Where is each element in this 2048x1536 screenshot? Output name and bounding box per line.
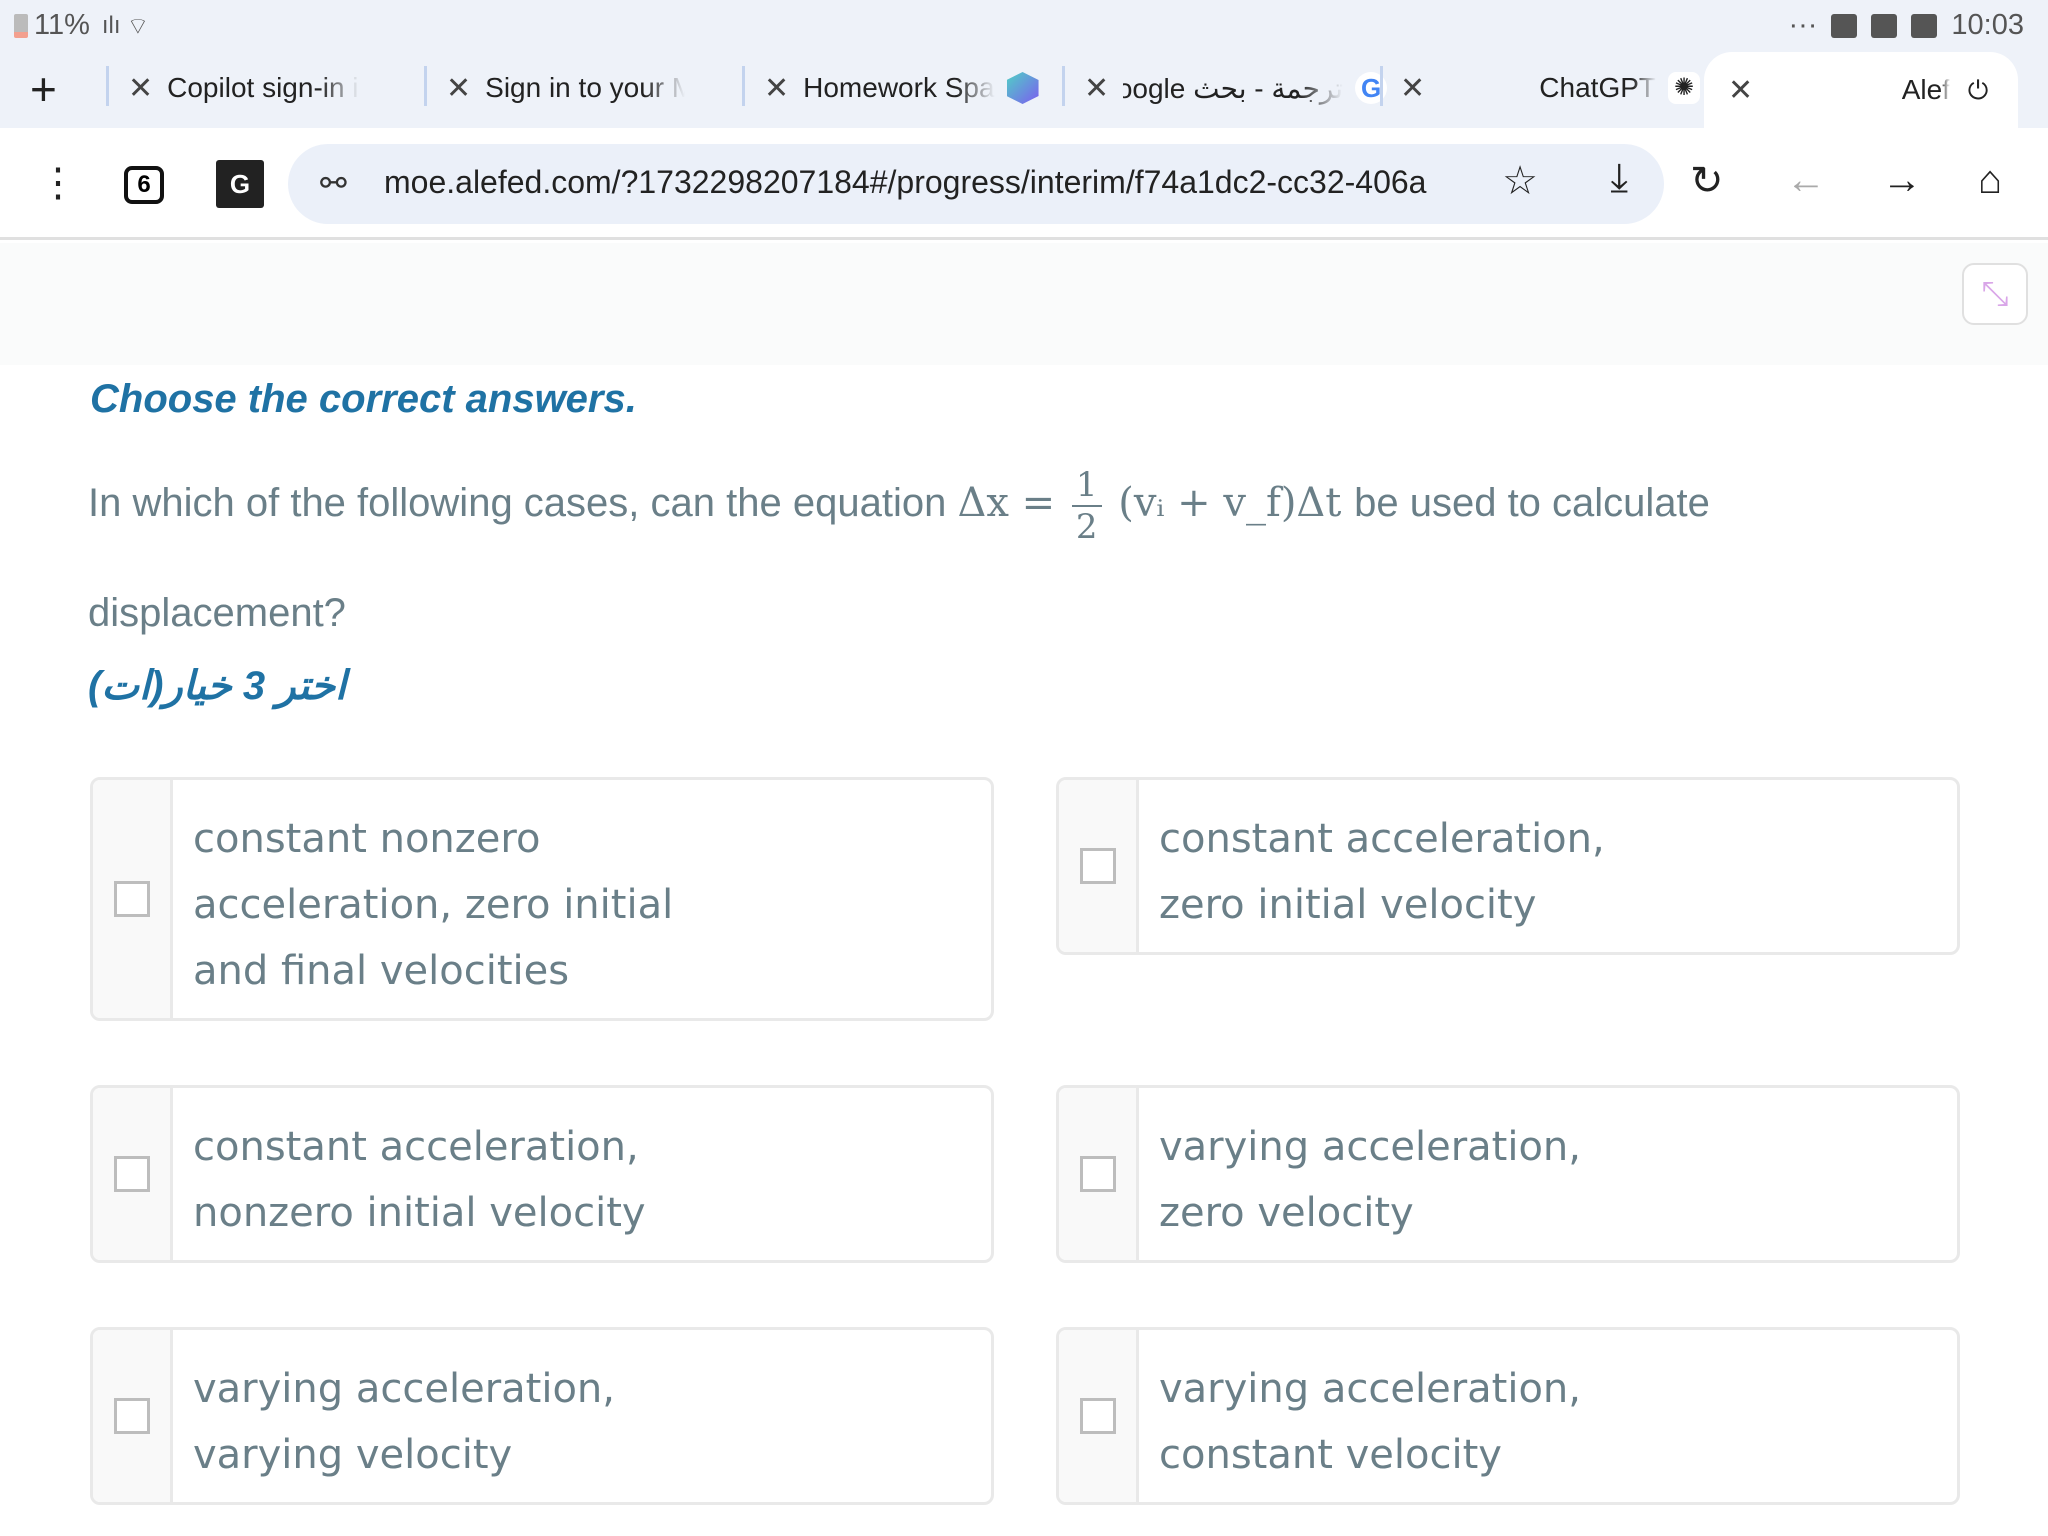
signal-icon: ılı	[101, 11, 121, 39]
equation-fraction: 1 2	[1071, 465, 1102, 547]
back-icon[interactable]: ←	[1786, 158, 1826, 203]
fraction-numerator: 1	[1071, 465, 1102, 507]
option-text: varying acceleration, varying velocity	[193, 1366, 615, 1478]
clock: 10:03	[1951, 9, 2024, 41]
close-tab-icon[interactable]: ✕	[1400, 71, 1425, 106]
bookmark-star-icon[interactable]: ☆	[1502, 158, 1538, 204]
tab-separator	[742, 66, 745, 106]
top-band: ⤡	[0, 243, 2048, 365]
forward-icon[interactable]: →	[1882, 158, 1922, 203]
option-checkbox[interactable]	[1079, 848, 1116, 884]
equation-rhs: (vᵢ + v_f)Δt	[1118, 480, 1342, 526]
translate-icon[interactable]: G	[216, 160, 264, 208]
option-card[interactable]: constant acceleration, nonzero initial v…	[90, 1085, 994, 1263]
close-tab-icon[interactable]: ✕	[128, 71, 153, 106]
alef-icon: ⏻	[1967, 75, 1989, 105]
option-checkbox[interactable]	[113, 1398, 150, 1434]
close-tab-icon[interactable]: ✕	[1728, 73, 1753, 108]
option-card[interactable]: constant acceleration, zero initial velo…	[1056, 777, 1960, 955]
tab-separator	[424, 66, 427, 106]
menu-kebab-icon[interactable]: ⋮	[38, 160, 78, 206]
tab-homework[interactable]: ✕ Homework Spa	[764, 56, 1039, 120]
select-count-instruction: اختر 3 خيار(ات)	[88, 664, 347, 708]
site-settings-icon[interactable]: ⚯	[320, 164, 347, 202]
close-tab-icon[interactable]: ✕	[764, 71, 789, 106]
homework-app-icon	[1006, 72, 1039, 104]
tab-label: Homework Spa	[803, 72, 995, 103]
question-prefix: In which of the following cases, can the…	[88, 481, 947, 525]
page-content: ⤡ Choose the correct answers. In which o…	[0, 243, 2048, 1536]
option-card[interactable]: varying acceleration, constant velocity	[1056, 1327, 1960, 1505]
fraction-denominator: 2	[1075, 507, 1098, 547]
tab-separator	[1380, 66, 1383, 106]
option-card[interactable]: varying acceleration, zero velocity	[1056, 1085, 1960, 1263]
option-card[interactable]: constant nonzero acceleration, zero init…	[90, 777, 994, 1021]
tab-copilot[interactable]: ✕ Copilot sign-in i	[128, 56, 403, 120]
instruction-heading: Choose the correct answers.	[90, 377, 637, 421]
tab-label: Sign in to your M	[485, 72, 686, 103]
option-checkbox[interactable]	[113, 881, 150, 917]
microsoft-icon	[371, 72, 403, 104]
mail-notification-icon	[1831, 13, 1858, 38]
status-bar: 11% ılı ⌔ ··· 10:03	[0, 0, 2048, 50]
gallery-notification-icon	[1911, 13, 1938, 38]
option-checkbox[interactable]	[1079, 1156, 1116, 1192]
option-text: constant acceleration, zero initial velo…	[1159, 816, 1605, 928]
tab-label: Alef	[1901, 74, 1950, 105]
close-tab-icon[interactable]: ✕	[1084, 71, 1109, 106]
battery-icon	[14, 13, 28, 38]
address-bar[interactable]: ⚯ moe.alefed.com/?1732298207184#/progres…	[288, 144, 1664, 224]
tab-google-translate[interactable]: ✕ ترجمة - بحث Google G	[1084, 56, 1388, 120]
option-checkbox[interactable]	[113, 1156, 150, 1192]
tab-separator	[106, 66, 109, 106]
new-tab-button[interactable]: +	[30, 62, 57, 116]
close-tab-icon[interactable]: ✕	[446, 71, 471, 106]
option-card[interactable]: varying acceleration, varying velocity	[90, 1327, 994, 1505]
option-text: constant acceleration, nonzero initial v…	[193, 1124, 646, 1236]
tab-label: Copilot sign-in i	[167, 72, 359, 103]
option-text: varying acceleration, zero velocity	[1159, 1124, 1581, 1236]
option-checkbox[interactable]	[1079, 1398, 1116, 1434]
microsoft-icon	[697, 72, 729, 104]
tab-microsoft-signin[interactable]: ✕ Sign in to your M	[446, 56, 729, 120]
tab-chatgpt[interactable]: ✕ ChatGPT ✺	[1400, 56, 1700, 120]
battery-level: 11%	[34, 9, 90, 41]
question-text: In which of the following cases, can the…	[88, 448, 1788, 668]
option-text: varying acceleration, constant velocity	[1159, 1366, 1581, 1478]
collapse-button[interactable]: ⤡	[1962, 263, 2028, 325]
download-icon[interactable]: ⤓	[1610, 156, 1628, 201]
wifi-icon: ⌔	[126, 12, 150, 40]
tab-label: ChatGPT	[1539, 72, 1656, 103]
overflow-notifications-icon: ···	[1788, 9, 1818, 41]
tab-label: ترجمة - بحث Google	[1123, 72, 1344, 104]
tab-count-button[interactable]: 6	[124, 166, 164, 204]
discord-notification-icon	[1871, 13, 1898, 38]
tab-alef[interactable]: ✕ Alef ⏻	[1704, 52, 2018, 128]
equation-lhs: Δx =	[957, 480, 1056, 526]
tab-separator	[1062, 66, 1065, 106]
minimize-arrows-icon: ⤡	[1981, 275, 2009, 313]
home-icon[interactable]: ⌂	[1978, 158, 2002, 203]
openai-icon: ✺	[1668, 72, 1700, 104]
url-text[interactable]: moe.alefed.com/?1732298207184#/progress/…	[384, 164, 1454, 201]
option-text: constant nonzero acceleration, zero init…	[193, 816, 674, 994]
equation: Δx = 1 2 (vᵢ + v_f)Δt	[957, 465, 1354, 547]
reload-icon[interactable]: ↻	[1690, 158, 1724, 204]
